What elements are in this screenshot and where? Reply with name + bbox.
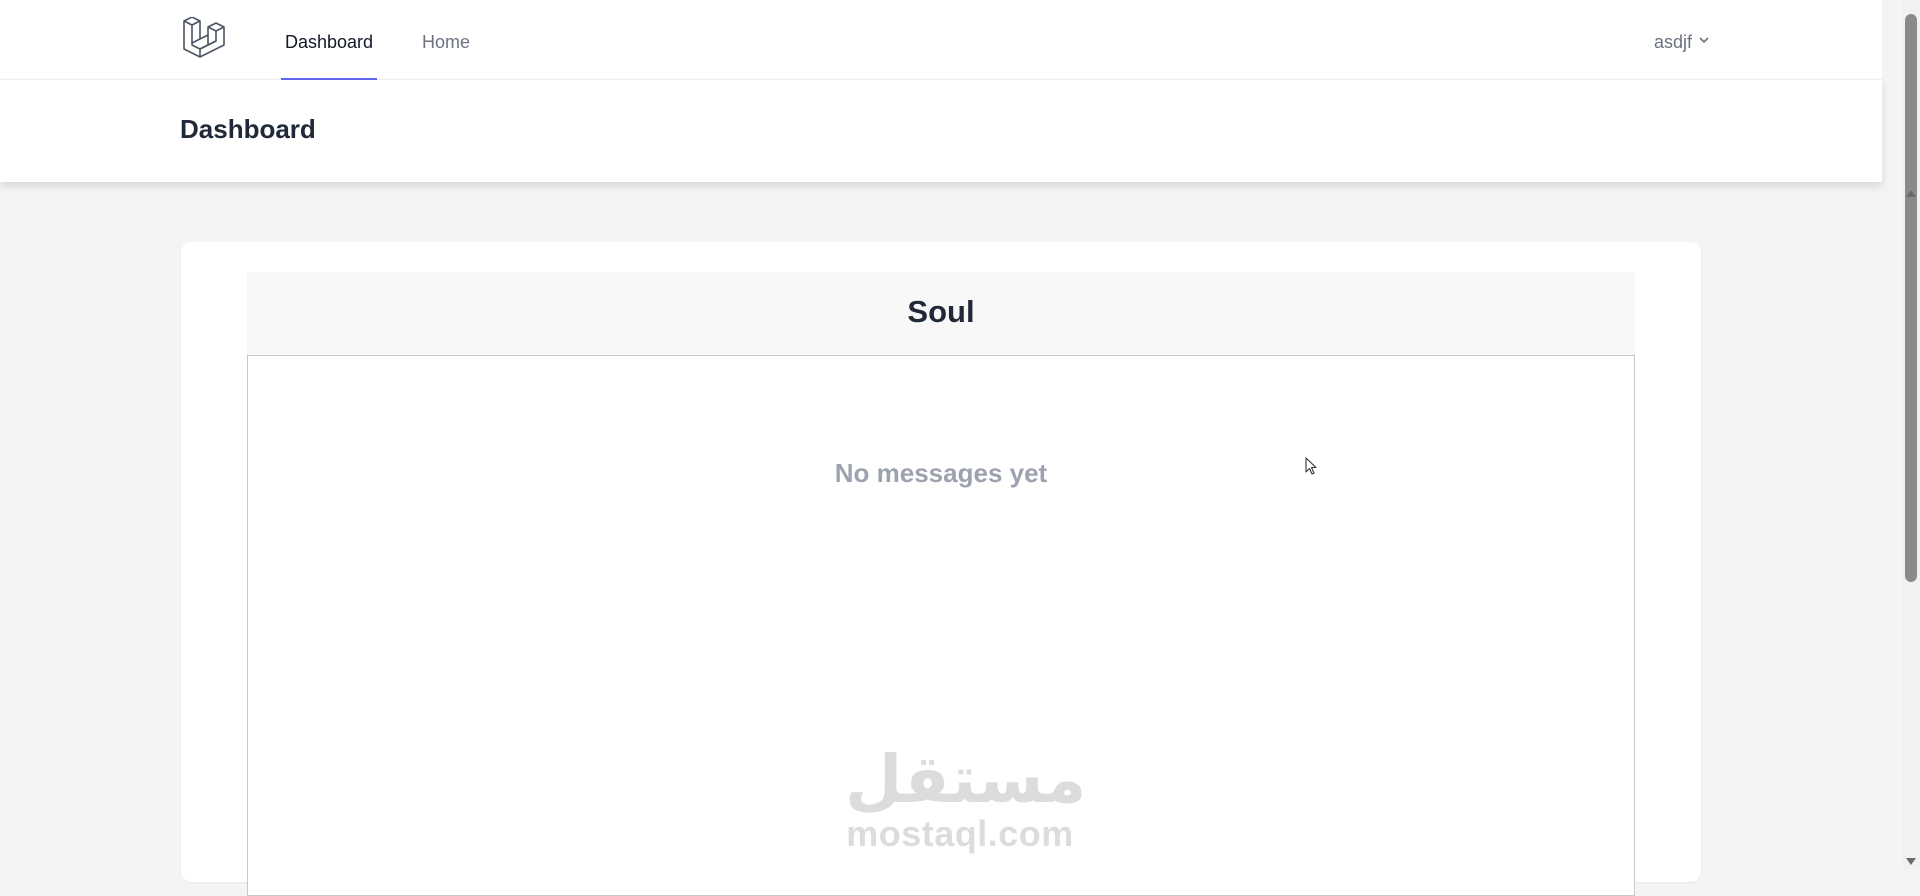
page-header: Dashboard [0,80,1882,182]
page-scrollbar[interactable] [1902,0,1920,869]
chat-messages-area: No messages yet [247,356,1635,896]
nav-link-home[interactable]: Home [418,0,474,80]
page-title: Dashboard [180,114,316,144]
scroll-down-arrow-icon[interactable] [1906,858,1916,865]
laravel-logo-icon[interactable] [182,16,230,63]
top-navigation: Dashboard Home asdjf [0,0,1882,80]
chat-header: Soul [247,272,1635,356]
user-menu[interactable]: asdjf [1654,0,1710,80]
scroll-up-arrow-icon[interactable] [1906,190,1916,197]
empty-messages-text: No messages yet [834,458,1048,488]
user-name: asdjf [1654,32,1693,52]
chat-card: Soul No messages yet [181,242,1701,896]
chat-title: Soul [907,294,975,329]
chevron-down-icon [1692,32,1710,52]
nav-link-dashboard[interactable]: Dashboard [281,0,377,80]
mouse-cursor-icon [1305,457,1319,482]
scrollbar-thumb[interactable] [1905,14,1917,582]
